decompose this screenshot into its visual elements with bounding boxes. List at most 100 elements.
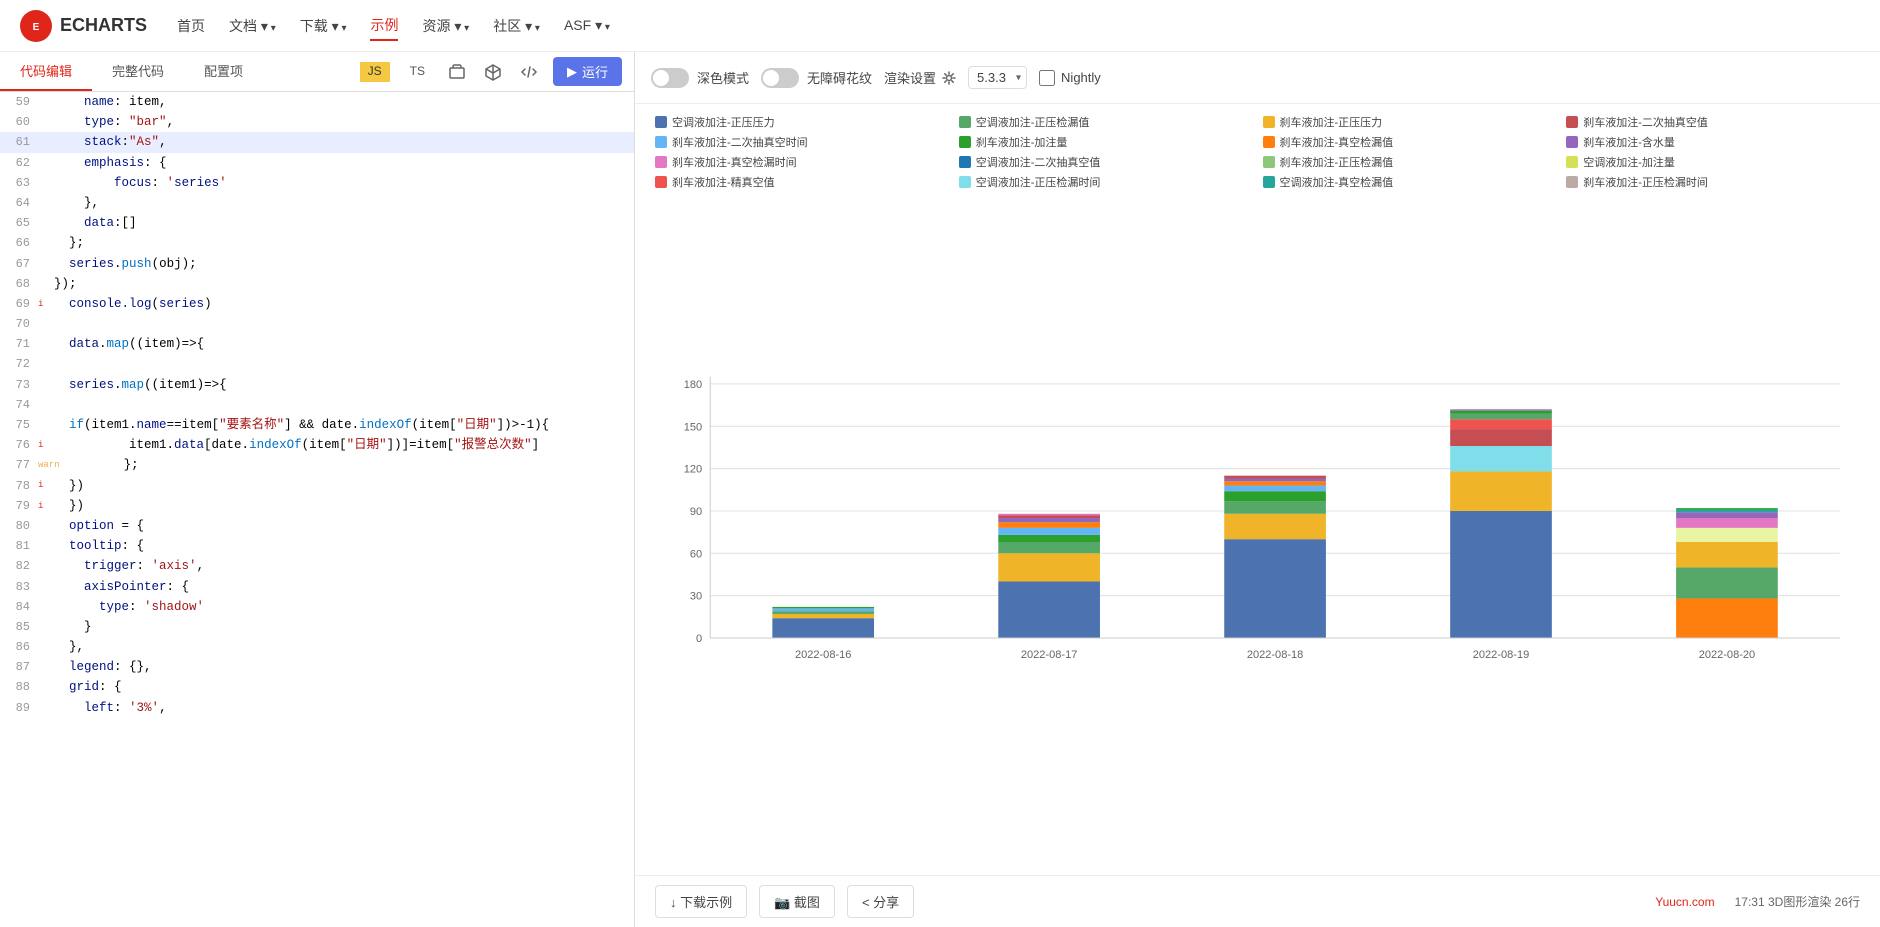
code-line-66[interactable]: 66 }; — [0, 233, 634, 253]
download-btn[interactable]: ↓ 下载示例 — [655, 885, 747, 918]
code-line-78[interactable]: 78i }) — [0, 476, 634, 496]
code-line-83[interactable]: 83 axisPointer: { — [0, 577, 634, 597]
code-line-89[interactable]: 89 left: '3%', — [0, 698, 634, 718]
code-line-59[interactable]: 59 name: item, — [0, 92, 634, 112]
code-line-72[interactable]: 72 — [0, 354, 634, 374]
ts-tab[interactable]: TS — [402, 62, 433, 82]
code-line-65[interactable]: 65 data:[] — [0, 213, 634, 233]
brand-link[interactable]: Yuucn.com — [1655, 895, 1714, 909]
bar-segment-4-0 — [1676, 598, 1778, 638]
code-line-68[interactable]: 68}); — [0, 274, 634, 294]
code-editor[interactable]: 59 name: item,60 type: "bar",61 stack:"A… — [0, 92, 634, 927]
code-line-62[interactable]: 62 emphasis: { — [0, 153, 634, 173]
legend-item-0[interactable]: 空调液加注-正压压力 — [655, 114, 949, 130]
legend-item-14[interactable]: 空调液加注-真空检漏值 — [1263, 174, 1557, 190]
legend-item-5[interactable]: 刹车液加注-加注量 — [959, 134, 1253, 150]
share-btn[interactable]: < 分享 — [847, 885, 914, 918]
code-line-82[interactable]: 82 trigger: 'axis', — [0, 556, 634, 576]
line-number-64: 64 — [0, 193, 38, 213]
legend-item-4[interactable]: 刹车液加注-二次抽真空时间 — [655, 134, 949, 150]
code-line-74[interactable]: 74 — [0, 395, 634, 415]
legend-item-1[interactable]: 空调液加注-正压检漏值 — [959, 114, 1253, 130]
legend-item-11[interactable]: 空调液加注-加注量 — [1566, 154, 1860, 170]
code-icon[interactable] — [517, 60, 541, 84]
legend-item-9[interactable]: 空调液加注-二次抽真空值 — [959, 154, 1253, 170]
code-line-77[interactable]: 77warn }; — [0, 455, 634, 475]
line-indicator-83 — [38, 577, 50, 597]
code-line-86[interactable]: 86 }, — [0, 637, 634, 657]
nav-item-3[interactable]: 示例 — [370, 11, 398, 41]
code-line-81[interactable]: 81 tooltip: { — [0, 536, 634, 556]
bar-segment-1-1 — [998, 553, 1100, 581]
legend-item-6[interactable]: 刹车液加注-真空检漏值 — [1263, 134, 1557, 150]
render-settings-btn[interactable]: 渲染设置 — [884, 68, 956, 87]
line-number-75: 75 — [0, 415, 38, 435]
code-line-85[interactable]: 85 } — [0, 617, 634, 637]
line-number-65: 65 — [0, 213, 38, 233]
line-indicator-82 — [38, 556, 50, 576]
bar-segment-1-0 — [998, 582, 1100, 638]
run-button[interactable]: ▶ 运行 — [553, 57, 622, 86]
legend-item-7[interactable]: 刹车液加注-含水量 — [1566, 134, 1860, 150]
accessible-toggle[interactable] — [761, 68, 799, 88]
nav-items: 首页文档 ▾ 下载 ▾ 示例资源 ▾ 社区 ▾ ASF ▾ — [177, 11, 610, 41]
version-select[interactable]: 5.3.3 — [968, 66, 1027, 89]
legend-color-12 — [655, 176, 667, 188]
code-line-64[interactable]: 64 }, — [0, 193, 634, 213]
line-content-88: grid: { — [50, 677, 634, 697]
bar-segment-2-0 — [1224, 539, 1326, 638]
nightly-checkbox[interactable] — [1039, 70, 1055, 86]
code-line-84[interactable]: 84 type: 'shadow' — [0, 597, 634, 617]
screenshot-btn[interactable]: 📷 截图 — [759, 885, 835, 918]
code-line-87[interactable]: 87 legend: {}, — [0, 657, 634, 677]
line-content-87: legend: {}, — [50, 657, 634, 677]
code-line-80[interactable]: 80 option = { — [0, 516, 634, 536]
nav-item-0[interactable]: 首页 — [177, 12, 205, 40]
legend-label-3: 刹车液加注-二次抽真空值 — [1583, 114, 1708, 130]
line-indicator-87 — [38, 657, 50, 677]
legend-item-2[interactable]: 刹车液加注-正压压力 — [1263, 114, 1557, 130]
line-number-71: 71 — [0, 334, 38, 354]
code-line-61[interactable]: 61 stack:"As", — [0, 132, 634, 152]
legend-color-11 — [1566, 156, 1578, 168]
legend-item-8[interactable]: 刹车液加注-真空检漏时间 — [655, 154, 949, 170]
cube-icon[interactable] — [481, 60, 505, 84]
legend-item-10[interactable]: 刹车液加注-正压检漏值 — [1263, 154, 1557, 170]
svg-text:E: E — [33, 22, 40, 33]
legend-item-15[interactable]: 刹车液加注-正压检漏时间 — [1566, 174, 1860, 190]
dark-mode-toggle[interactable] — [651, 68, 689, 88]
code-line-88[interactable]: 88 grid: { — [0, 677, 634, 697]
nightly-checkbox-group[interactable]: Nightly — [1039, 70, 1101, 86]
code-line-73[interactable]: 73 series.map((item1)=>{ — [0, 375, 634, 395]
legend-item-12[interactable]: 刹车液加注-精真空值 — [655, 174, 949, 190]
nav-item-2[interactable]: 下载 ▾ — [300, 12, 347, 40]
code-line-69[interactable]: 69i console.log(series) — [0, 294, 634, 314]
bar-segment-3-0 — [1450, 511, 1552, 638]
line-indicator-63 — [38, 173, 50, 193]
code-line-70[interactable]: 70 — [0, 314, 634, 334]
tab-config[interactable]: 配置项 — [184, 52, 263, 91]
legend-color-4 — [655, 136, 667, 148]
code-line-75[interactable]: 75 if(item1.name==item["要素名称"] && date.i… — [0, 415, 634, 435]
legend-label-2: 刹车液加注-正压压力 — [1280, 114, 1383, 130]
legend-item-3[interactable]: 刹车液加注-二次抽真空值 — [1566, 114, 1860, 130]
code-line-79[interactable]: 79i }) — [0, 496, 634, 516]
legend-item-13[interactable]: 空调液加注-正压检漏时间 — [959, 174, 1253, 190]
tab-code-editor[interactable]: 代码编辑 — [0, 52, 92, 91]
nav-item-4[interactable]: 资源 ▾ — [422, 12, 469, 40]
tab-full-code[interactable]: 完整代码 — [92, 52, 184, 91]
code-line-67[interactable]: 67 series.push(obj); — [0, 254, 634, 274]
js-tab[interactable]: JS — [360, 62, 390, 82]
code-line-71[interactable]: 71 data.map((item)=>{ — [0, 334, 634, 354]
logo-icon: E — [20, 10, 52, 42]
logo[interactable]: E ECHARTS — [20, 10, 147, 42]
code-line-76[interactable]: 76i item1.data[date.indexOf(item["日期"])]… — [0, 435, 634, 455]
code-line-60[interactable]: 60 type: "bar", — [0, 112, 634, 132]
3d-icon[interactable] — [445, 60, 469, 84]
nav-item-1[interactable]: 文档 ▾ — [229, 12, 276, 40]
bar-segment-1-2 — [998, 542, 1100, 553]
code-line-63[interactable]: 63 focus: 'series' — [0, 173, 634, 193]
nav-item-6[interactable]: ASF ▾ — [564, 13, 610, 38]
nav-item-5[interactable]: 社区 ▾ — [493, 12, 540, 40]
line-number-85: 85 — [0, 617, 38, 637]
